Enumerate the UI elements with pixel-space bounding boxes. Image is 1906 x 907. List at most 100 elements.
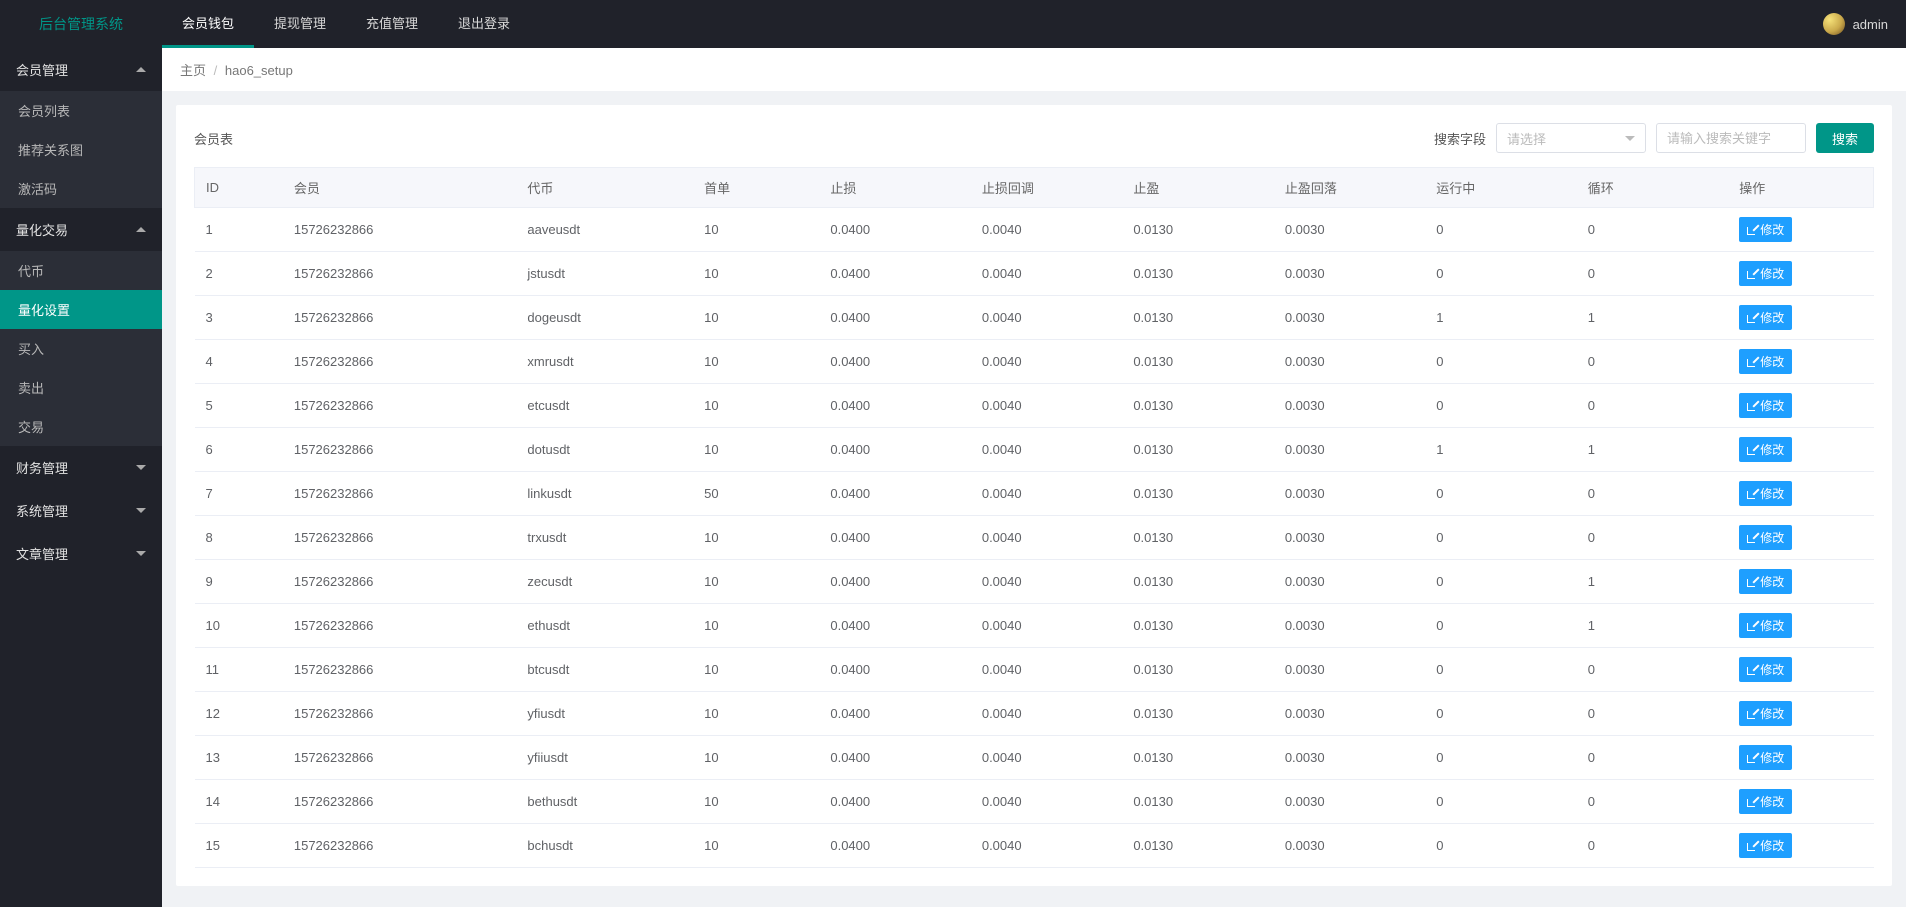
panel-head: 会员表 搜索字段 请选择 搜索 (194, 123, 1874, 153)
edit-button[interactable]: 修改 (1739, 217, 1792, 242)
cell: 0.0040 (971, 252, 1122, 296)
sidebar-item-1-0[interactable]: 代币 (0, 251, 162, 290)
cell: yfiiusdt (516, 736, 693, 780)
search-input[interactable] (1656, 123, 1806, 153)
top-nav-item-0[interactable]: 会员钱包 (162, 0, 254, 48)
cell-op: 修改 (1728, 340, 1873, 384)
cell: zecusdt (516, 560, 693, 604)
edit-icon (1747, 841, 1757, 851)
cell: 0 (1425, 208, 1576, 252)
cell: 0.0040 (971, 428, 1122, 472)
cell: 8 (195, 516, 283, 560)
table-row: 715726232866linkusdt500.04000.00400.0130… (195, 472, 1874, 516)
cell: 15726232866 (283, 472, 517, 516)
cell: 0.0040 (971, 604, 1122, 648)
chevron-down-icon (1625, 136, 1635, 141)
cell: 10 (195, 604, 283, 648)
edit-button[interactable]: 修改 (1739, 657, 1792, 682)
cell: 12 (195, 692, 283, 736)
cell: ethusdt (516, 604, 693, 648)
cell: jstusdt (516, 252, 693, 296)
cell: 0.0400 (819, 736, 970, 780)
cell: 5 (195, 384, 283, 428)
sidebar-section-1[interactable]: 量化交易 (0, 208, 162, 251)
breadcrumb-home[interactable]: 主页 (180, 63, 206, 78)
cell: 0.0130 (1122, 296, 1273, 340)
edit-button-label: 修改 (1760, 221, 1784, 238)
cell: 0.0030 (1274, 340, 1425, 384)
cell: 0 (1425, 472, 1576, 516)
edit-button-label: 修改 (1760, 617, 1784, 634)
edit-button[interactable]: 修改 (1739, 437, 1792, 462)
search-button[interactable]: 搜索 (1816, 123, 1874, 153)
edit-icon (1747, 665, 1757, 675)
edit-icon (1747, 577, 1757, 587)
cell: 0 (1577, 384, 1728, 428)
sidebar-item-1-4[interactable]: 交易 (0, 407, 162, 446)
cell: 0 (1577, 472, 1728, 516)
cell: 0 (1577, 736, 1728, 780)
cell: 0.0400 (819, 340, 970, 384)
sidebar-section-0[interactable]: 会员管理 (0, 48, 162, 91)
cell: 0.0040 (971, 692, 1122, 736)
cell-op: 修改 (1728, 472, 1873, 516)
cell: 0.0040 (971, 780, 1122, 824)
top-nav-item-1[interactable]: 提现管理 (254, 0, 346, 48)
edit-button[interactable]: 修改 (1739, 481, 1792, 506)
top-header: 后台管理系统 会员钱包提现管理充值管理退出登录 admin (0, 0, 1906, 48)
cell: 15 (195, 824, 283, 868)
sidebar-item-1-2[interactable]: 买入 (0, 329, 162, 368)
table-row: 1015726232866ethusdt100.04000.00400.0130… (195, 604, 1874, 648)
cell: 0.0030 (1274, 472, 1425, 516)
sidebar-section-3[interactable]: 系统管理 (0, 489, 162, 532)
sidebar-section-4[interactable]: 文章管理 (0, 532, 162, 575)
top-nav-item-2[interactable]: 充值管理 (346, 0, 438, 48)
cell: dogeusdt (516, 296, 693, 340)
search-field-select[interactable]: 请选择 (1496, 123, 1646, 153)
cell: 15726232866 (283, 516, 517, 560)
cell: 0.0130 (1122, 252, 1273, 296)
sidebar-item-1-1[interactable]: 量化设置 (0, 290, 162, 329)
table-row: 1515726232866bchusdt100.04000.00400.0130… (195, 824, 1874, 868)
edit-icon (1747, 489, 1757, 499)
cell: 0 (1577, 824, 1728, 868)
cell: 0.0040 (971, 208, 1122, 252)
edit-button[interactable]: 修改 (1739, 745, 1792, 770)
edit-button[interactable]: 修改 (1739, 349, 1792, 374)
cell: trxusdt (516, 516, 693, 560)
cell: 0 (1425, 736, 1576, 780)
cell: 0.0400 (819, 560, 970, 604)
cell: 15726232866 (283, 736, 517, 780)
cell: 15726232866 (283, 428, 517, 472)
edit-button[interactable]: 修改 (1739, 613, 1792, 638)
sidebar-section-label: 会员管理 (16, 60, 68, 79)
top-nav-item-3[interactable]: 退出登录 (438, 0, 530, 48)
cell: 15726232866 (283, 692, 517, 736)
edit-button-label: 修改 (1760, 573, 1784, 590)
cell: 0.0040 (971, 472, 1122, 516)
cell: 0.0030 (1274, 428, 1425, 472)
cell: 7 (195, 472, 283, 516)
sidebar-section-2[interactable]: 财务管理 (0, 446, 162, 489)
cell: 0.0030 (1274, 692, 1425, 736)
edit-button[interactable]: 修改 (1739, 525, 1792, 550)
cell: 15726232866 (283, 340, 517, 384)
edit-icon (1747, 753, 1757, 763)
cell: 0.0400 (819, 780, 970, 824)
sidebar-item-1-3[interactable]: 卖出 (0, 368, 162, 407)
sidebar-item-0-0[interactable]: 会员列表 (0, 91, 162, 130)
edit-button[interactable]: 修改 (1739, 393, 1792, 418)
edit-button[interactable]: 修改 (1739, 701, 1792, 726)
cell: 15726232866 (283, 296, 517, 340)
edit-button[interactable]: 修改 (1739, 305, 1792, 330)
edit-button[interactable]: 修改 (1739, 261, 1792, 286)
cell: 50 (693, 472, 819, 516)
edit-button[interactable]: 修改 (1739, 789, 1792, 814)
edit-button[interactable]: 修改 (1739, 833, 1792, 858)
user-menu[interactable]: admin (1805, 0, 1906, 48)
cell: aaveusdt (516, 208, 693, 252)
sidebar-item-0-2[interactable]: 激活码 (0, 169, 162, 208)
sidebar-item-0-1[interactable]: 推荐关系图 (0, 130, 162, 169)
edit-button[interactable]: 修改 (1739, 569, 1792, 594)
caret-down-icon (136, 551, 146, 556)
